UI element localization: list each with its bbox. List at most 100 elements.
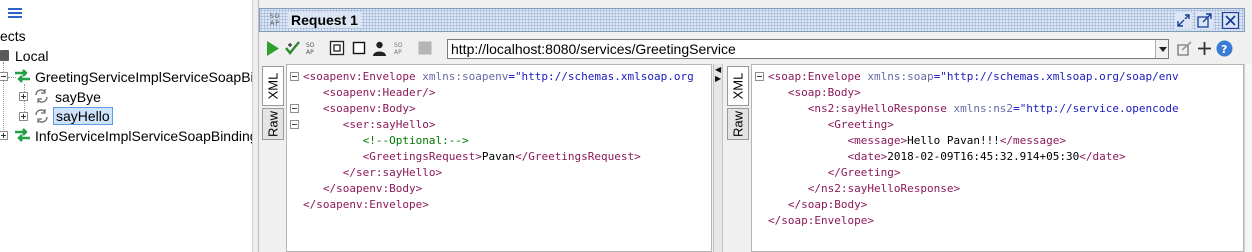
code-line: <date>2018-02-09T16:45:32.914+05:30</dat… bbox=[768, 149, 1179, 165]
fold-gutter bbox=[287, 65, 301, 251]
vertical-scrollbar[interactable] bbox=[1244, 64, 1252, 252]
code-line: <soapenv:Envelope xmlns:soapenv="http://… bbox=[303, 69, 694, 85]
response-view-tabs: XML Raw bbox=[724, 64, 750, 252]
soap-options-icon[interactable]: SO AP bbox=[393, 40, 410, 57]
collapse-toggle[interactable] bbox=[0, 72, 8, 81]
tab-label: Raw bbox=[265, 110, 281, 138]
edit-endpoint-icon[interactable] bbox=[1176, 40, 1193, 57]
response-xml-editor[interactable]: <soap:Envelope xmlns:soap = "http://schema… bbox=[751, 64, 1244, 252]
tree-node-local[interactable]: Local bbox=[15, 47, 48, 65]
endpoint-dropdown-button[interactable] bbox=[1155, 40, 1168, 58]
code-token: <message> bbox=[847, 134, 908, 147]
code-line: <!--Optional:--> bbox=[303, 133, 694, 149]
user-icon[interactable] bbox=[371, 40, 388, 57]
code-token: </ns2:sayHelloResponse> bbox=[807, 182, 961, 195]
add-icon[interactable] bbox=[1196, 40, 1213, 57]
request-titlebar: SO AP Request 1 bbox=[259, 8, 1245, 32]
code-line: <ser:sayHello> bbox=[303, 117, 694, 133]
request-view-tabs: XML Raw bbox=[259, 64, 285, 252]
fold-toggle[interactable] bbox=[290, 120, 299, 129]
expand-toggle[interactable] bbox=[0, 131, 8, 140]
help-icon[interactable]: ? bbox=[1216, 40, 1233, 57]
detach-window-icon[interactable] bbox=[1196, 12, 1213, 29]
code-token: xmlns:soap bbox=[867, 70, 934, 83]
code-token: "http://service.opencode bbox=[1019, 102, 1179, 115]
list-view-icon[interactable] bbox=[8, 8, 22, 18]
code-line: </soap:Body> bbox=[768, 197, 1179, 213]
code-token: <GreetingsRequest> bbox=[362, 150, 482, 163]
close-window-icon[interactable] bbox=[1222, 12, 1239, 29]
code-token: </soap:Envelope> bbox=[768, 214, 874, 227]
run-request-icon[interactable] bbox=[264, 40, 281, 57]
soap-icon: SO AP bbox=[269, 13, 281, 27]
request-xml-editor[interactable]: <soapenv:Envelope xmlns:soapenv="http://… bbox=[286, 64, 712, 252]
code-line: <Greeting> bbox=[768, 117, 1179, 133]
code-line: </Greeting> bbox=[768, 165, 1179, 181]
code-token: <ns2:sayHelloResponse bbox=[807, 102, 954, 115]
code-token: "http://schemas.xmlsoap.org/soap/env bbox=[940, 70, 1179, 83]
minimize-window-icon[interactable] bbox=[1175, 12, 1192, 29]
validate-icon[interactable] bbox=[284, 40, 301, 57]
tab-response-raw[interactable]: Raw bbox=[727, 108, 749, 140]
svg-text:SO: SO bbox=[306, 42, 315, 49]
code-token: <soapenv:Body> bbox=[322, 102, 416, 115]
code-token: </ser:sayHello> bbox=[342, 166, 443, 179]
fold-toggle[interactable] bbox=[290, 104, 299, 113]
create-mock-icon[interactable]: SO AP bbox=[305, 40, 322, 57]
expand-toggle[interactable] bbox=[19, 92, 28, 101]
code-token: xmlns:ns2 bbox=[953, 102, 1014, 115]
code-token: </date> bbox=[1079, 150, 1126, 163]
fold-toggle[interactable] bbox=[755, 72, 764, 81]
expand-toggle[interactable] bbox=[19, 112, 28, 121]
tree-node-sayhello[interactable]: sayHello bbox=[53, 107, 113, 125]
code-line: <soapenv:Body> bbox=[303, 101, 694, 117]
svg-text:SO: SO bbox=[394, 42, 403, 49]
interface-icon bbox=[15, 69, 30, 83]
tree-node-info-interface[interactable]: InfoServiceImplServiceSoapBinding bbox=[35, 127, 252, 145]
code-line: <ns2:sayHelloResponse xmlns:ns2="http://… bbox=[768, 101, 1179, 117]
code-line: </ser:sayHello> bbox=[303, 165, 694, 181]
tree-node-saybye[interactable]: sayBye bbox=[55, 88, 101, 106]
navigator-toolbar bbox=[0, 0, 252, 24]
code-token: </soapenv:Envelope> bbox=[303, 198, 429, 211]
tab-label: XML bbox=[265, 72, 281, 100]
code-token: <soapenv:Header/> bbox=[322, 86, 436, 99]
endpoint-url-field[interactable]: http://localhost:8080/services/GreetingS… bbox=[447, 39, 1169, 59]
operation-icon bbox=[35, 89, 48, 103]
code-token: <soap:Envelope bbox=[768, 70, 868, 83]
code-token: = bbox=[1013, 102, 1020, 115]
disabled-action-icon[interactable] bbox=[417, 40, 434, 57]
zoom-frame-icon[interactable] bbox=[329, 40, 346, 57]
code-line: </soap:Envelope> bbox=[768, 213, 1179, 229]
operation-icon bbox=[35, 109, 48, 123]
tab-request-raw[interactable]: Raw bbox=[262, 108, 284, 140]
code-token: </Greeting> bbox=[827, 166, 901, 179]
fold-toggle[interactable] bbox=[290, 72, 299, 81]
interface-icon bbox=[15, 128, 30, 142]
tab-response-xml[interactable]: XML bbox=[727, 66, 749, 106]
tab-request-xml[interactable]: XML bbox=[262, 66, 284, 106]
collapse-right-icon[interactable]: ▶ bbox=[715, 75, 721, 83]
collapse-left-icon[interactable]: ◀ bbox=[715, 66, 721, 74]
code-token: = bbox=[508, 70, 515, 83]
code-line: <soapenv:Header/> bbox=[303, 85, 694, 101]
code-token: </message> bbox=[999, 134, 1067, 147]
response-xml-content: <soap:Envelope xmlns:soap = "http://schema… bbox=[768, 69, 1179, 229]
editor-splitter[interactable]: ◀ ▶ bbox=[713, 64, 723, 252]
tree-node-greeting-interface[interactable]: GreetingServiceImplServiceSoapBin bbox=[35, 68, 252, 86]
projects-header-label: ects bbox=[0, 28, 26, 44]
code-token: </soapenv:Body> bbox=[322, 182, 423, 195]
stop-icon[interactable] bbox=[351, 40, 368, 57]
code-token: Hello Pavan!!! bbox=[907, 134, 1000, 147]
request-editor-window: SO AP Request 1 SO AP SO AP http://local… bbox=[258, 0, 1252, 252]
